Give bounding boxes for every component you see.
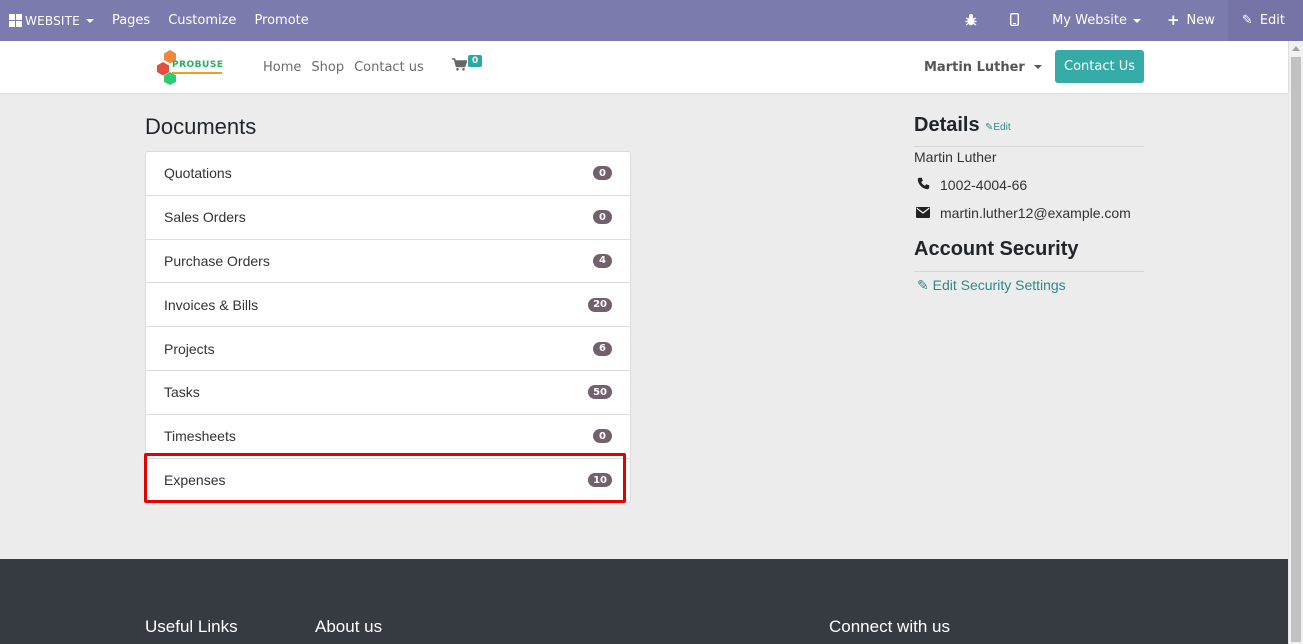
- website-editor-bar: WEBSITE Pages Customize Promote My Websi…: [0, 0, 1303, 41]
- logo-underline: [172, 72, 222, 74]
- pages-menu[interactable]: Pages: [103, 0, 159, 41]
- vertical-scrollbar[interactable]: [1288, 41, 1303, 644]
- new-label: New: [1186, 13, 1215, 28]
- logo-text: PROBUSE: [172, 60, 224, 70]
- cart-icon[interactable]: [452, 58, 468, 75]
- customize-menu[interactable]: Customize: [159, 0, 245, 41]
- doc-count-badge: 0: [593, 166, 612, 181]
- phone-icon: [914, 177, 932, 193]
- doc-row-invoices-bills[interactable]: Invoices & Bills 20: [146, 283, 630, 328]
- footer-about-us-heading: About us: [315, 617, 383, 636]
- site-header: PROBUSE Home Shop Contact us 0 Martin Lu…: [0, 41, 1288, 93]
- security-divider: [914, 271, 1144, 272]
- chevron-down-icon: [1132, 18, 1141, 23]
- doc-label: Tasks: [164, 384, 200, 401]
- nav-home[interactable]: Home: [263, 60, 301, 75]
- doc-row-tasks[interactable]: Tasks 50: [146, 371, 630, 415]
- promote-menu[interactable]: Promote: [245, 0, 317, 41]
- doc-row-timesheets[interactable]: Timesheets 0: [146, 415, 630, 459]
- doc-count-badge: 0: [593, 429, 612, 444]
- chevron-down-icon: [85, 18, 94, 23]
- contact-email: martin.luther12@example.com: [914, 205, 1131, 221]
- doc-row-expenses[interactable]: Expenses 10: [146, 459, 630, 503]
- contact-us-button[interactable]: Contact Us: [1055, 50, 1144, 83]
- details-edit-link[interactable]: ✎Edit: [985, 122, 1011, 133]
- website-menu-label: WEBSITE: [25, 13, 80, 28]
- doc-label: Projects: [164, 340, 215, 357]
- pencil-icon: ✎: [917, 277, 929, 293]
- doc-label: Purchase Orders: [164, 252, 270, 269]
- footer-useful-links-heading: Useful Links: [145, 617, 238, 636]
- bug-icon: [965, 13, 977, 29]
- main-nav: Home Shop Contact us: [263, 41, 434, 93]
- site-footer: Useful Links About us Connect with us: [0, 559, 1288, 644]
- my-website-label: My Website: [1052, 13, 1127, 28]
- debug-button[interactable]: [952, 0, 997, 41]
- doc-row-purchase-orders[interactable]: Purchase Orders 4: [146, 240, 630, 284]
- doc-count-badge: 50: [588, 385, 612, 400]
- doc-row-sales-orders[interactable]: Sales Orders 0: [146, 196, 630, 240]
- doc-label: Expenses: [164, 472, 226, 489]
- user-name: Martin Luther: [924, 59, 1025, 75]
- doc-count-badge: 10: [588, 473, 612, 488]
- documents-list: Quotations 0 Sales Orders 0 Purchase Ord…: [145, 151, 631, 504]
- doc-row-projects[interactable]: Projects 6: [146, 327, 630, 371]
- contact-email-value: martin.luther12@example.com: [940, 205, 1131, 221]
- scrollbar-thumb[interactable]: [1291, 57, 1301, 642]
- details-divider: [914, 146, 1144, 147]
- edit-label: Edit: [1259, 13, 1285, 28]
- nav-contact-us[interactable]: Contact us: [354, 60, 424, 75]
- new-button[interactable]: + New: [1154, 0, 1228, 41]
- doc-label: Sales Orders: [164, 209, 246, 226]
- envelope-icon: [914, 206, 932, 221]
- apps-grid-icon: [9, 14, 22, 27]
- account-security-title: Account Security: [914, 238, 1079, 260]
- doc-count-badge: 6: [593, 341, 612, 356]
- doc-row-quotations[interactable]: Quotations 0: [146, 152, 630, 196]
- doc-label: Quotations: [164, 165, 232, 182]
- chevron-down-icon: [1033, 65, 1042, 69]
- cart-count-badge: 0: [468, 55, 483, 67]
- nav-shop[interactable]: Shop: [311, 60, 344, 75]
- contact-phone: 1002-4004-66: [914, 177, 1027, 193]
- edit-security-settings-link[interactable]: ✎ Edit Security Settings: [917, 277, 1066, 294]
- contact-phone-value: 1002-4004-66: [940, 177, 1028, 193]
- doc-label: Timesheets: [164, 428, 236, 445]
- mobile-icon: [1010, 12, 1020, 29]
- my-website-menu[interactable]: My Website: [1039, 0, 1154, 41]
- plus-icon: +: [1166, 11, 1180, 29]
- contact-name: Martin Luther: [914, 149, 997, 165]
- edit-security-settings-label: Edit Security Settings: [932, 277, 1066, 293]
- doc-count-badge: 20: [588, 297, 612, 312]
- edit-button[interactable]: ✎ Edit: [1227, 0, 1303, 41]
- doc-count-badge: 0: [593, 210, 612, 225]
- doc-label: Invoices & Bills: [164, 296, 259, 313]
- documents-title: Documents: [145, 114, 257, 139]
- website-menu[interactable]: WEBSITE: [0, 0, 103, 41]
- mobile-preview-button[interactable]: [997, 0, 1039, 41]
- scroll-up-arrow-icon[interactable]: [1292, 46, 1300, 51]
- footer-connect-heading: Connect with us: [829, 617, 950, 636]
- user-menu[interactable]: Martin Luther: [924, 41, 1042, 93]
- pencil-icon: ✎: [1241, 13, 1253, 28]
- details-title: Details: [914, 114, 980, 136]
- doc-count-badge: 4: [593, 253, 612, 268]
- details-edit-label: Edit: [993, 122, 1011, 133]
